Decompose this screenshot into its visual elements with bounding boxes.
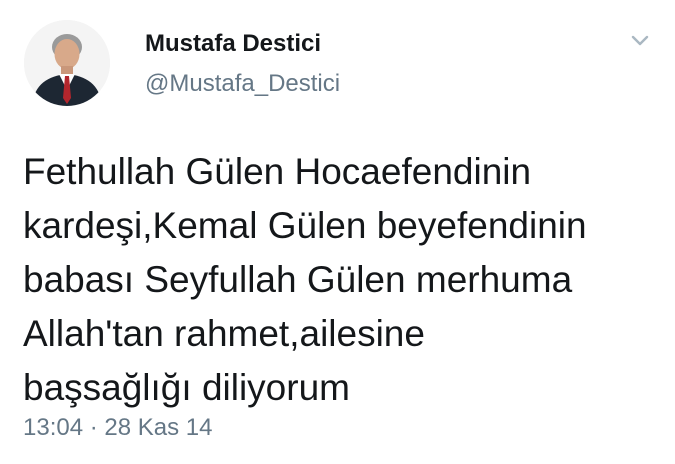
tweet-text: Fethullah Gülen Hocaefendinin kardeşi,Ke… — [23, 151, 587, 408]
tweet-card: Mustafa Destici @Mustafa_Destici Fethull… — [0, 0, 675, 464]
tweet-timestamp[interactable]: 13:04 · 28 Kas 14 — [23, 414, 212, 442]
user-handle[interactable]: @Mustafa_Destici — [145, 70, 340, 98]
profile-photo-icon — [24, 20, 110, 106]
avatar[interactable] — [24, 20, 110, 106]
chevron-down-icon — [631, 35, 649, 46]
display-name[interactable]: Mustafa Destici — [145, 30, 321, 58]
tweet-menu-button[interactable] — [628, 28, 652, 52]
